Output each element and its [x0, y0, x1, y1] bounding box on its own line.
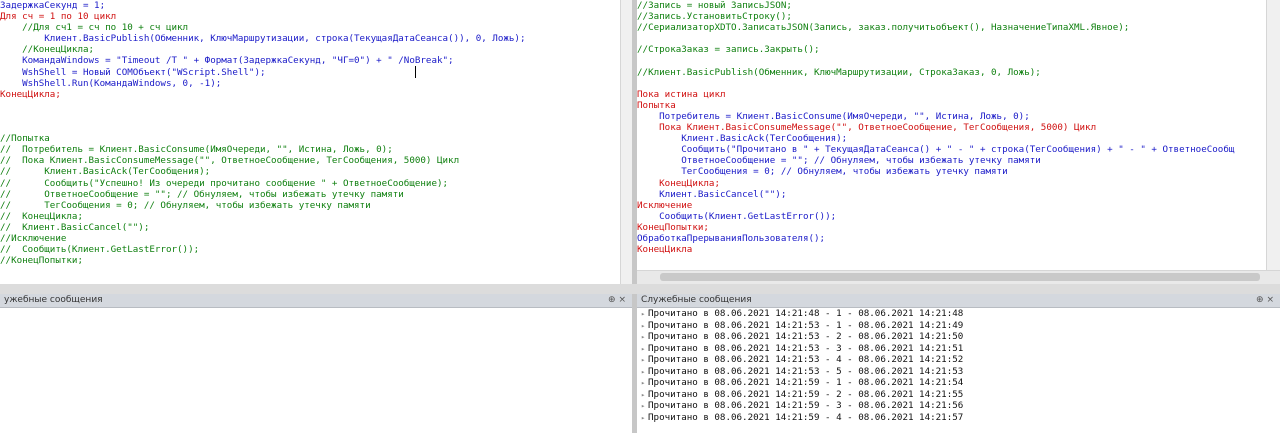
code-line: ТегСообщения = 0; // Обнуляем, чтобы изб… [637, 166, 1008, 178]
messages-panel-left [0, 308, 632, 433]
code-editor-right[interactable]: //Запись = новый ЗаписьJSON;//Запись.Уст… [637, 0, 1280, 270]
code-line: КонецЦикла; [0, 88, 61, 100]
code-line: WshShell = Новый COMОбъект("WScript.Shel… [0, 66, 266, 78]
code-line: // Сообщить("Успешно! Из очереди прочита… [0, 177, 449, 189]
vertical-scrollbar-right[interactable] [1266, 0, 1280, 270]
code-line: Сообщить("Прочитано в " + ТекущаяДатаСеа… [637, 144, 1235, 156]
code-line: // Сообщить(Клиент.GetLastError()); [0, 244, 200, 256]
code-editor-left[interactable]: ЗадержкаСекунд = 1; Для сч = 1 по 10 цикл… [0, 0, 620, 288]
code-line: Для сч = 1 по 10 цикл [0, 11, 117, 23]
message-text: Прочитано в 08.06.2021 14:21:59 - 4 - 08… [648, 411, 964, 423]
code-line: //КонецЦикла; [0, 44, 95, 56]
code-line: //Запись = новый ЗаписьJSON; [637, 0, 792, 11]
message-text: Прочитано в 08.06.2021 14:21:53 - 4 - 08… [648, 354, 964, 365]
message-item[interactable]: ▸ Прочитано в 08.06.2021 14:21:53 - 5 - 0… [637, 366, 1280, 378]
code-line: ОтветноеСообщение = ""; // Обнуляем, что… [637, 155, 1041, 167]
message-item[interactable]: ▸ Прочитано в 08.06.2021 14:21:53 - 3 - 0… [637, 343, 1280, 355]
code-line: Попытка [637, 99, 676, 111]
code-line: // ОтветноеСообщение = ""; // Обнуляем, … [0, 188, 404, 200]
message-text: Прочитано в 08.06.2021 14:21:59 - 2 - 08… [648, 388, 964, 400]
code-line: //Запись.УстановитьСтроку(); [637, 11, 792, 23]
message-item[interactable]: ▸ Прочитано в 08.06.2021 14:21:59 - 2 - 0… [637, 389, 1280, 401]
triangle-right-icon: ▸ [641, 333, 646, 341]
code-line: // КонецЦикла; [0, 210, 83, 222]
horizontal-splitter[interactable] [0, 284, 1280, 294]
panel-controls-icon[interactable]: ⊕ × [1256, 294, 1274, 307]
code-line: // Потребитель = Клиент.BasicConsume(Имя… [0, 144, 393, 156]
message-text: Прочитано в 08.06.2021 14:21:59 - 3 - 08… [648, 400, 964, 411]
message-text: Прочитано в 08.06.2021 14:21:53 - 1 - 08… [648, 319, 964, 331]
code-line: КомандаWindows = "Timeout /T " + Формат(… [0, 55, 454, 67]
message-text: Прочитано в 08.06.2021 14:21:48 - 1 - 08… [648, 308, 964, 319]
message-text: Прочитано в 08.06.2021 14:21:53 - 5 - 08… [648, 365, 964, 377]
code-line: ОбработкаПрерыванияПользователя(); [637, 232, 826, 244]
message-item[interactable]: ▸ Прочитано в 08.06.2021 14:21:59 - 4 - 0… [637, 412, 1280, 424]
triangle-right-icon: ▸ [641, 413, 646, 422]
code-line: КонецПопытки; [637, 221, 709, 233]
code-line: КонецЦикла [637, 244, 693, 256]
code-line: Клиент.BasicAck(ТегСообщения); [637, 133, 848, 145]
messages-panel-right: ▸ Прочитано в 08.06.2021 14:21:48 - 1 - 0… [637, 308, 1280, 433]
messages-panel-header-right: Служебные сообщения ⊕ × [637, 294, 1280, 308]
message-text: Прочитано в 08.06.2021 14:21:53 - 2 - 08… [648, 331, 964, 342]
panel-controls-icon[interactable]: ⊕ × [608, 294, 626, 307]
message-item[interactable]: ▸ Прочитано в 08.06.2021 14:21:53 - 2 - 0… [637, 331, 1280, 343]
code-line: КонецЦикла; [637, 177, 720, 189]
code-line: //Исключение [0, 232, 67, 244]
messages-panel-title-left: ужебные сообщения [4, 295, 103, 305]
message-text: Прочитано в 08.06.2021 14:21:53 - 3 - 08… [648, 342, 964, 354]
messages-panel-title-right: Служебные сообщения [641, 295, 752, 305]
code-line: ЗадержкаСекунд = 1; [0, 0, 106, 11]
code-line: // Клиент.BasicCancel(""); [0, 221, 150, 233]
code-line: Пока Клиент.BasicConsumeMessage("", Отве… [637, 122, 1097, 134]
triangle-right-icon: ▸ [641, 402, 646, 410]
code-line: //СериализаторXDTO.ЗаписатьJSON(Запись, … [637, 22, 1130, 34]
triangle-right-icon: ▸ [641, 356, 646, 364]
triangle-right-icon: ▸ [641, 310, 646, 318]
messages-panel-header-left: ужебные сообщения ⊕ × [0, 294, 632, 308]
code-line: Пока истина цикл [637, 88, 726, 100]
message-item[interactable]: ▸ Прочитано в 08.06.2021 14:21:53 - 4 - 0… [637, 354, 1280, 366]
code-line: //КонецПопытки; [0, 255, 83, 267]
message-list: ▸ Прочитано в 08.06.2021 14:21:48 - 1 - 0… [637, 308, 1280, 423]
code-line: //Клиент.BasicPublish(Обменник, КлючМарш… [637, 66, 1041, 78]
code-line: WshShell.Run(КомандаWindows, 0, -1); [0, 77, 222, 89]
message-text: Прочитано в 08.06.2021 14:21:59 - 1 - 08… [648, 377, 964, 388]
code-line: // Клиент.BasicAck(ТегСообщения); [0, 166, 211, 178]
code-line: //СтрокаЗаказ = запись.Закрыть(); [637, 44, 820, 56]
code-line: Сообщить(Клиент.GetLastError()); [637, 210, 837, 222]
message-item[interactable]: ▸ Прочитано в 08.06.2021 14:21:59 - 1 - 0… [637, 377, 1280, 389]
code-lines-right: //Запись = новый ЗаписьJSON;//Запись.Уст… [637, 0, 1280, 255]
message-item[interactable]: ▸ Прочитано в 08.06.2021 14:21:59 - 3 - 0… [637, 400, 1280, 412]
code-line: Исключение [637, 199, 693, 211]
code-line: // ТегСообщения = 0; // Обнуляем, чтобы … [0, 199, 371, 211]
code-line: Клиент.BasicCancel(""); [637, 188, 787, 200]
message-item[interactable]: ▸ Прочитано в 08.06.2021 14:21:53 - 1 - 0… [637, 320, 1280, 332]
code-line: Клиент.BasicPublish(Обменник, КлючМаршру… [0, 33, 526, 45]
triangle-right-icon: ▸ [641, 379, 646, 387]
text-cursor [415, 66, 416, 78]
code-line: //Для сч1 = сч по 10 + сч цикл [0, 22, 189, 34]
code-line: //Попытка [0, 133, 50, 145]
code-line: Потребитель = Клиент.BasicConsume(ИмяОче… [637, 110, 1030, 122]
code-lines-left: ЗадержкаСекунд = 1; Для сч = 1 по 10 цикл… [0, 0, 620, 266]
code-line: // Пока Клиент.BasicConsumeMessage("", О… [0, 155, 460, 167]
message-item[interactable]: ▸ Прочитано в 08.06.2021 14:21:48 - 1 - 0… [637, 308, 1280, 320]
horizontal-scroll-thumb-right[interactable] [660, 273, 1260, 281]
